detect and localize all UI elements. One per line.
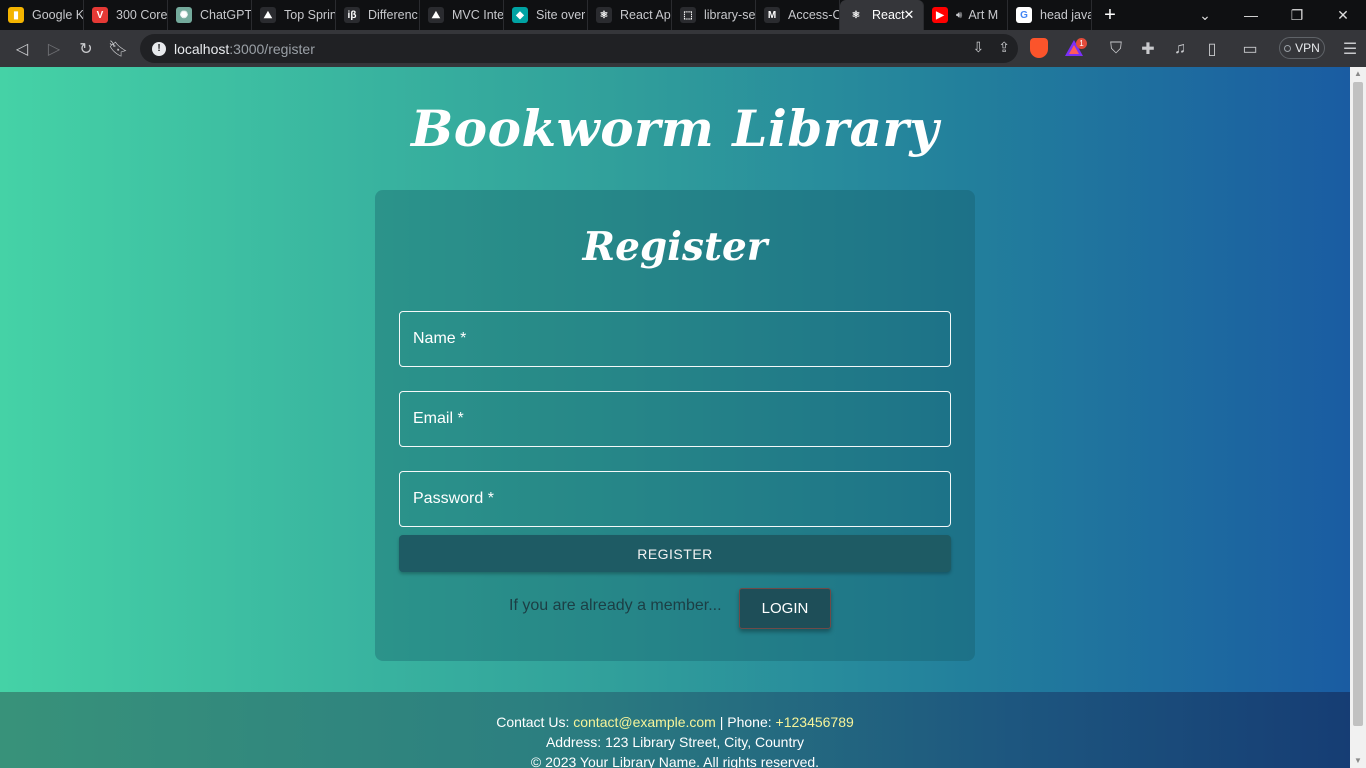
- email-input[interactable]: [400, 392, 950, 446]
- browser-menu-icon[interactable]: ☰: [1334, 33, 1366, 65]
- ib-icon: iβ: [344, 7, 360, 23]
- browser-tab[interactable]: ⛰ MVC Inte: [420, 0, 504, 30]
- footer-address: Address: 123 Library Street, City, Count…: [545, 734, 805, 750]
- site-info-icon[interactable]: !: [152, 41, 166, 56]
- tab-title: library-se: [704, 8, 755, 22]
- tab-title: 300 Core: [116, 8, 167, 22]
- react-icon: ⚛: [848, 7, 864, 23]
- browser-tab[interactable]: ⚛ React ✕: [840, 0, 924, 30]
- scroll-down-icon[interactable]: ▼: [1350, 754, 1366, 768]
- wallet-icon[interactable]: ▭: [1234, 33, 1266, 65]
- password-field[interactable]: Password *: [399, 471, 951, 527]
- sidebar-icon[interactable]: ▯: [1196, 33, 1228, 65]
- name-input[interactable]: [400, 312, 950, 366]
- phone-prefix: | Phone:: [715, 714, 776, 730]
- browser-tab[interactable]: M Access-C: [756, 0, 840, 30]
- register-button[interactable]: REGISTER: [399, 535, 951, 572]
- extensions-icon[interactable]: ✚: [1132, 33, 1164, 65]
- contact-email-link[interactable]: contact@example.com: [573, 714, 716, 730]
- scroll-thumb[interactable]: [1353, 82, 1363, 726]
- tab-close-icon[interactable]: ✕: [901, 7, 917, 23]
- tab-title: ChatGPT: [200, 8, 251, 22]
- tab-title: React: [872, 8, 905, 22]
- tab-search-icon[interactable]: ⌄: [1182, 0, 1228, 30]
- codesandbox-icon: ⬚: [680, 7, 696, 23]
- tab-title: head java: [1040, 8, 1091, 22]
- extension-icons: ⛉ ✚ ♫ ▯ ▭: [1100, 30, 1266, 67]
- member-prompt: If you are already a member...: [509, 597, 722, 614]
- vpn-label: VPN: [1295, 41, 1320, 55]
- mountain-icon: ⛰: [428, 7, 444, 23]
- email-field[interactable]: Email *: [399, 391, 951, 447]
- reload-icon[interactable]: ↻: [70, 33, 102, 65]
- site-footer: Contact Us: contact@example.com | Phone:…: [0, 692, 1350, 768]
- tab-title: Access-C: [788, 8, 839, 22]
- address-bar-actions: ⇩ ⇪: [973, 39, 1010, 56]
- install-app-icon[interactable]: ⇩: [973, 39, 985, 56]
- contact-prefix: Contact Us:: [496, 714, 574, 730]
- youtube-icon: ▶: [932, 7, 948, 23]
- tab-title: MVC Inte: [452, 8, 503, 22]
- login-button[interactable]: LOGIN: [739, 588, 831, 629]
- shield-icon[interactable]: ⛉: [1100, 33, 1132, 65]
- scroll-up-icon[interactable]: ▲: [1350, 67, 1366, 81]
- tab-title: Google K: [32, 8, 83, 22]
- footer-contact: Contact Us: contact@example.com | Phone:…: [0, 712, 1350, 732]
- tab-title: Art M: [968, 8, 999, 22]
- browser-tab[interactable]: V 300 Core: [84, 0, 168, 30]
- google-icon: G: [1016, 7, 1032, 23]
- vpn-button[interactable]: VPN: [1279, 37, 1325, 59]
- close-window-icon[interactable]: ✕: [1320, 0, 1366, 30]
- browser-tab[interactable]: ✺ ChatGPT: [168, 0, 252, 30]
- tab-title: Site over: [536, 8, 586, 22]
- forward-icon[interactable]: ▷: [38, 33, 70, 65]
- mountain-icon: ⛰: [260, 7, 276, 23]
- tab-title: Differenc: [368, 8, 418, 22]
- browser-tab[interactable]: ⚛ React Ap: [588, 0, 672, 30]
- share-icon[interactable]: ⇪: [998, 39, 1010, 56]
- bookmark-icon[interactable]: 🔖︎: [102, 33, 134, 65]
- browser-tab[interactable]: iβ Differenc: [336, 0, 420, 30]
- page-viewport: Bookworm Library Register Name * Email *…: [0, 67, 1350, 768]
- tab-title: Top Sprin: [284, 8, 335, 22]
- brave-shields-icon[interactable]: [1030, 38, 1048, 58]
- password-input[interactable]: [400, 472, 950, 526]
- tab-title: React Ap: [620, 8, 671, 22]
- media-playlist-icon[interactable]: ♫: [1164, 33, 1196, 65]
- rewards-badge: 1: [1076, 38, 1087, 49]
- v-logo-icon: V: [92, 7, 108, 23]
- back-icon[interactable]: ◁: [6, 33, 38, 65]
- url-host: localhost: [174, 40, 230, 57]
- site-title: Bookworm Library: [411, 99, 939, 158]
- address-bar[interactable]: ! localhost:3000/register ⇩ ⇪: [140, 34, 1018, 63]
- browser-tab[interactable]: ▶ 🔊︎ Art M: [924, 0, 1008, 30]
- vpn-status-icon: [1284, 44, 1292, 52]
- browser-tab[interactable]: ▮ Google K: [0, 0, 84, 30]
- new-tab-button[interactable]: +: [1092, 0, 1128, 30]
- restore-icon[interactable]: ❐: [1274, 0, 1320, 30]
- browser-tab[interactable]: ⬚ library-se: [672, 0, 756, 30]
- page-scrollbar[interactable]: ▲ ▼: [1350, 67, 1366, 768]
- footer-copyright: © 2023 Your Library Name. All rights res…: [530, 754, 820, 768]
- keep-icon: ▮: [8, 7, 24, 23]
- mdn-icon: M: [764, 7, 780, 23]
- register-title: Register: [582, 224, 768, 270]
- tab-strip: ▮ Google K V 300 Core ✺ ChatGPT ⛰ Top Sprin iβ Di…: [0, 0, 1366, 30]
- register-card: Register Name * Email * Password * REGIS…: [375, 190, 975, 661]
- contact-phone-link[interactable]: +123456789: [776, 714, 854, 730]
- audio-playing-icon[interactable]: 🔊︎: [956, 10, 962, 21]
- name-field[interactable]: Name *: [399, 311, 951, 367]
- minimize-icon[interactable]: —: [1228, 0, 1274, 30]
- diamond-icon: ◆: [512, 7, 528, 23]
- window-controls: ⌄ — ❐ ✕: [1182, 0, 1366, 30]
- browser-tab[interactable]: ⛰ Top Sprin: [252, 0, 336, 30]
- react-icon: ⚛: [596, 7, 612, 23]
- browser-tab[interactable]: ◆ Site over: [504, 0, 588, 30]
- chatgpt-icon: ✺: [176, 7, 192, 23]
- browser-tab[interactable]: Ghead java: [1008, 0, 1092, 30]
- tab-list: ▮ Google K V 300 Core ✺ ChatGPT ⛰ Top Sprin iβ Di…: [0, 0, 1092, 30]
- url-path: :3000/register: [229, 40, 315, 57]
